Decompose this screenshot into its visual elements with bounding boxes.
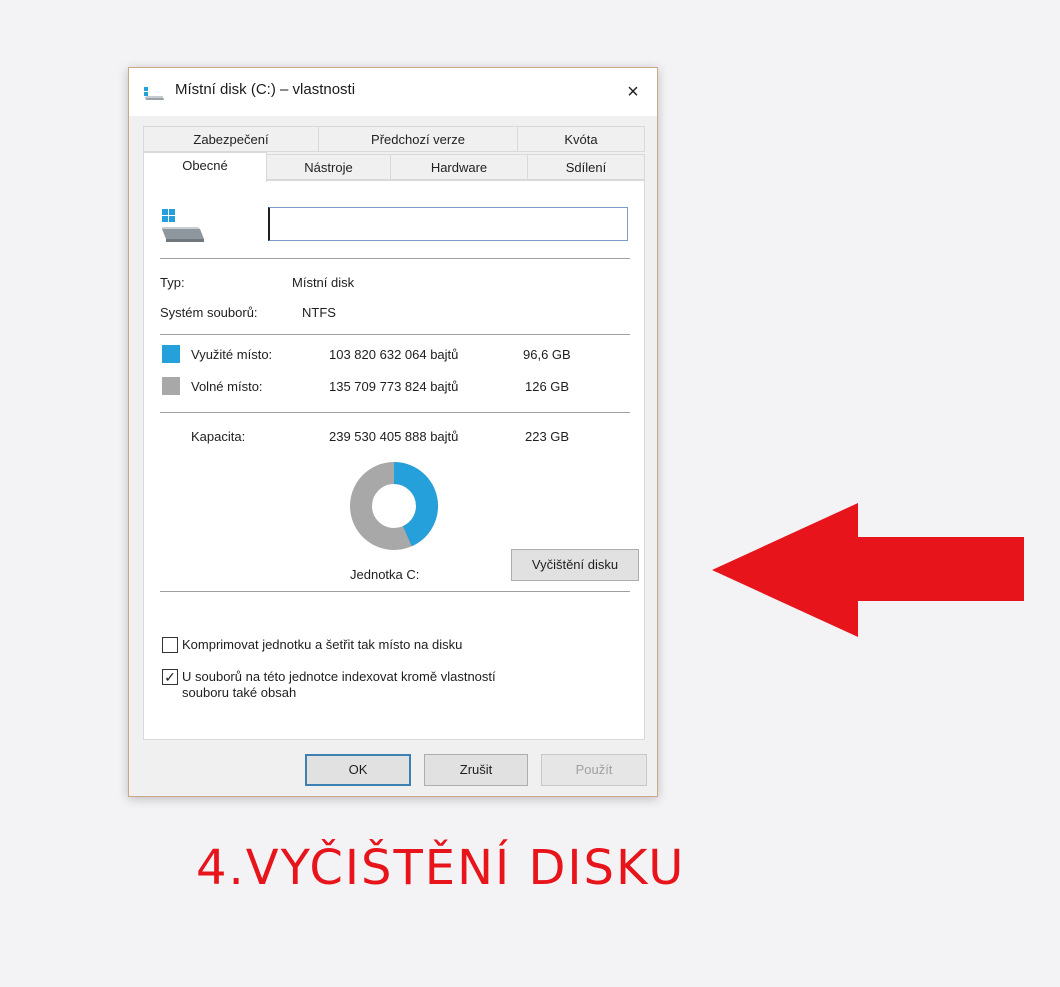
separator	[160, 334, 630, 335]
title-bar[interactable]: Místní disk (C:) – vlastnosti ×	[129, 68, 657, 116]
annotation-caption: 4.VYČIŠTĚNÍ DISKU	[196, 840, 686, 896]
usage-donut-chart	[350, 462, 438, 550]
tab-zabezpeceni[interactable]: Zabezpečení	[143, 126, 319, 152]
drive-icon	[144, 87, 164, 100]
used-space-bytes: 103 820 632 064 bajtů	[329, 347, 459, 362]
separator	[160, 258, 630, 259]
filesystem-value: NTFS	[302, 305, 336, 320]
tab-nastroje[interactable]: Nástroje	[266, 154, 391, 180]
type-label: Typ:	[160, 275, 185, 290]
ok-button[interactable]: OK	[305, 754, 411, 786]
free-space-swatch	[162, 377, 180, 395]
used-space-swatch	[162, 345, 180, 363]
free-space-bytes: 135 709 773 824 bajtů	[329, 379, 459, 394]
type-value: Místní disk	[292, 275, 355, 290]
compress-checkbox[interactable]	[162, 637, 178, 653]
general-panel: Typ: Místní disk Systém souborů: NTFS Vy…	[143, 180, 645, 740]
index-label-line1: U souborů na této jednotce indexovat kro…	[182, 669, 496, 684]
separator	[160, 412, 630, 413]
disk-cleanup-button[interactable]: Vyčištění disku	[511, 549, 639, 581]
tab-predchozi-verze[interactable]: Předchozí verze	[318, 126, 518, 152]
index-checkbox[interactable]: ✓	[162, 669, 178, 685]
capacity-bytes: 239 530 405 888 bajtů	[329, 429, 459, 444]
used-space-size: 96,6 GB	[523, 347, 571, 362]
dialog-title: Místní disk (C:) – vlastnosti	[175, 81, 356, 98]
separator	[160, 591, 630, 592]
capacity-label: Kapacita:	[191, 429, 246, 444]
tab-obecne[interactable]: Obecné	[143, 152, 267, 182]
cancel-button[interactable]: Zrušit	[424, 754, 528, 786]
tab-hardware[interactable]: Hardware	[390, 154, 528, 180]
close-icon[interactable]: ×	[613, 76, 653, 108]
compress-label: Komprimovat jednotku a šetřit tak místo …	[182, 637, 463, 652]
red-arrow-left-icon	[712, 503, 1024, 637]
capacity-size: 223 GB	[525, 429, 570, 444]
used-space-label: Využité místo:	[191, 347, 273, 362]
drive-label: Jednotka C:	[350, 567, 420, 582]
index-label-line2: souboru také obsah	[182, 685, 297, 700]
apply-button[interactable]: Použít	[541, 754, 647, 786]
free-space-size: 126 GB	[525, 379, 570, 394]
drive-name-input[interactable]	[268, 207, 628, 241]
windows-drive-icon	[162, 209, 204, 242]
free-space-label: Volné místo:	[191, 379, 263, 394]
tab-sdileni[interactable]: Sdílení	[527, 154, 645, 180]
properties-dialog: Místní disk (C:) – vlastnosti × Zabezpeč…	[128, 67, 658, 797]
tab-kvota[interactable]: Kvóta	[517, 126, 645, 152]
filesystem-label: Systém souborů:	[160, 305, 258, 320]
